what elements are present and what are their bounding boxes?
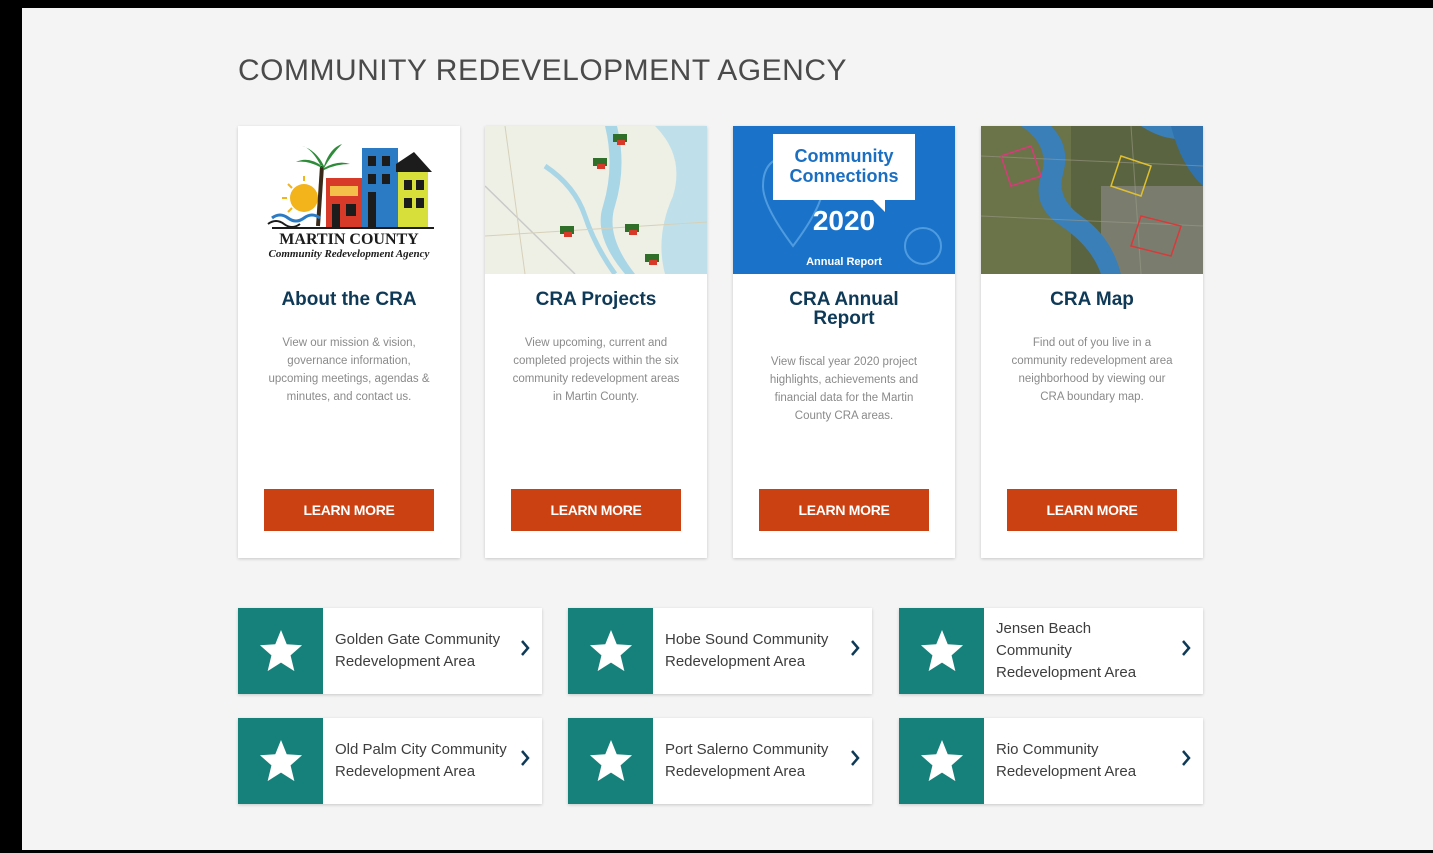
page-title: COMMUNITY REDEVELOPMENT AGENCY [238,54,847,87]
annual-report-graphic: 2020 Annual Report Community Connections [733,126,955,274]
card-cra-map: CRA Map Find out of you live in a commun… [981,126,1203,558]
star-icon [568,718,653,804]
card-title: About the CRA [281,289,417,310]
learn-more-button[interactable]: LEARN MORE [759,489,929,531]
area-link-label: Rio Community Redevelopment Area [996,741,1137,780]
area-link-label: Hobe Sound Community Redevelopment Area [665,631,829,670]
card-description: Find out of you live in a community rede… [1011,337,1173,403]
cra-satellite-map-image [981,126,1203,274]
card-title: CRA Projects [535,289,657,310]
area-link-old-palm-city[interactable]: Old Palm City Community Redevelopment Ar… [238,718,542,804]
star-icon [899,608,984,694]
card-annual-report: 2020 Annual Report Community Connections… [733,126,955,558]
report-year: 2020 [813,205,875,236]
card-title: CRA Annual Report [789,289,899,329]
page-frame: COMMUNITY REDEVELOPMENT AGENCY MARTIN CO… [22,8,1433,850]
report-bubble-text: Community Connections [789,146,899,186]
area-link-label: Jensen Beach Community Redevelopment Are… [996,620,1137,681]
card-title: CRA Map [1050,289,1134,310]
projects-map-image [485,126,707,274]
card-description: View our mission & vision, governance in… [268,337,430,403]
card-description: View upcoming, current and completed pro… [512,337,680,403]
logo-line1: MARTIN COUNTY [279,231,419,248]
chevron-right-icon [850,749,860,772]
chevron-right-icon [1181,639,1191,662]
area-link-golden-gate[interactable]: Golden Gate Community Redevelopment Area [238,608,542,694]
chevron-right-icon [520,749,530,772]
logo-line2: Community Redevelopment Agency [269,248,430,260]
report-subtitle: Annual Report [806,256,882,268]
chevron-right-icon [850,639,860,662]
learn-more-button[interactable]: LEARN MORE [1007,489,1177,531]
star-icon [238,608,323,694]
cra-logo: MARTIN COUNTY Community Redevelopment Ag… [238,126,460,274]
learn-more-button[interactable]: LEARN MORE [511,489,681,531]
card-about-cra: MARTIN COUNTY Community Redevelopment Ag… [238,126,460,558]
star-icon [568,608,653,694]
chevron-right-icon [520,639,530,662]
area-link-hobe-sound[interactable]: Hobe Sound Community Redevelopment Area [568,608,872,694]
area-link-label: Old Palm City Community Redevelopment Ar… [335,741,507,780]
card-description: View fiscal year 2020 project highlights… [769,356,919,422]
star-icon [238,718,323,804]
area-link-rio[interactable]: Rio Community Redevelopment Area [899,718,1203,804]
learn-more-button[interactable]: LEARN MORE [264,489,434,531]
area-link-label: Golden Gate Community Redevelopment Area [335,631,501,670]
chevron-right-icon [1181,749,1191,772]
area-link-jensen-beach[interactable]: Jensen Beach Community Redevelopment Are… [899,608,1203,694]
star-icon [899,718,984,804]
card-cra-projects: CRA Projects View upcoming, current and … [485,126,707,558]
area-link-port-salerno[interactable]: Port Salerno Community Redevelopment Are… [568,718,872,804]
area-link-label: Port Salerno Community Redevelopment Are… [665,741,829,780]
